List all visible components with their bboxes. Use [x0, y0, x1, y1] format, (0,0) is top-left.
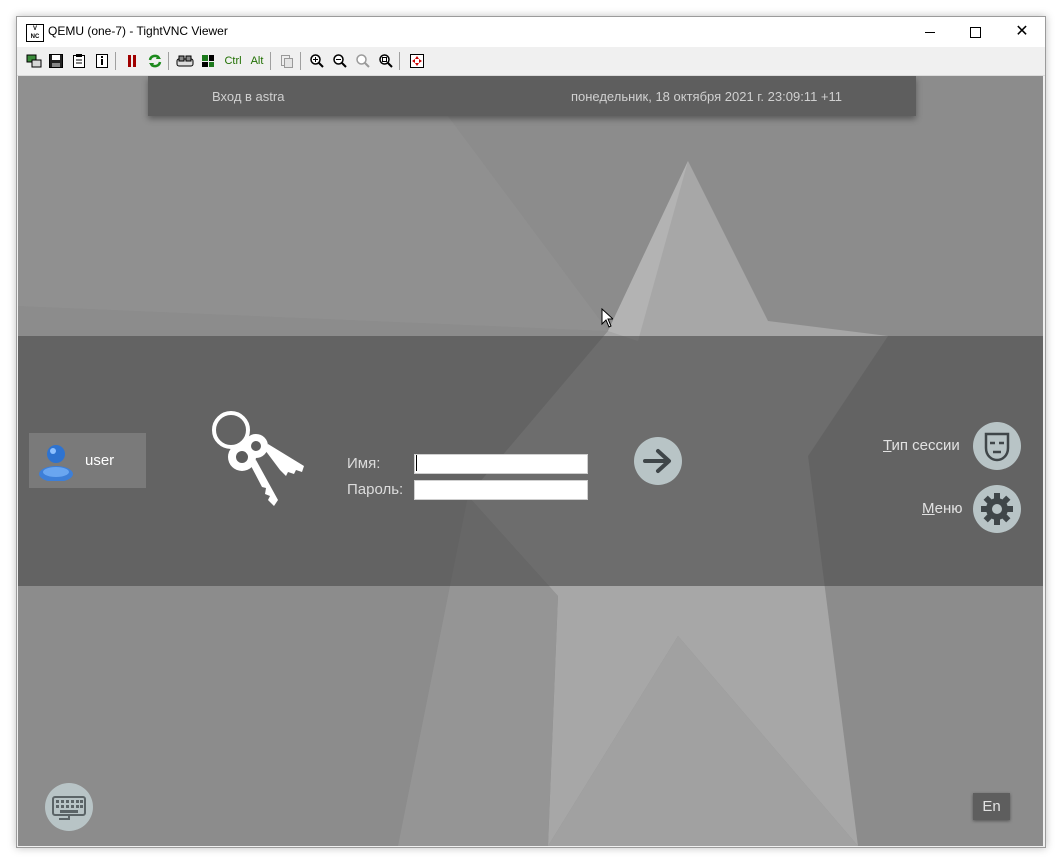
connection-options-button[interactable] [70, 52, 88, 70]
session-type-label[interactable]: Тип сессии [883, 437, 960, 454]
clipboard-button[interactable] [278, 52, 296, 70]
toolbar-separator [115, 52, 116, 70]
zoom-in-button[interactable] [308, 52, 326, 70]
toolbar-separator [399, 52, 400, 70]
connection-info-button[interactable] [93, 52, 111, 70]
login-title: Вход в astra [212, 89, 285, 104]
minimize-button[interactable] [907, 17, 953, 47]
zoom-out-button[interactable] [331, 52, 349, 70]
ctrl-alt-del-button[interactable] [176, 52, 194, 70]
save-button[interactable] [47, 52, 65, 70]
remote-desktop-screen[interactable]: Вход в astra понедельник, 18 октября 202… [18, 76, 1043, 846]
pause-icon [128, 55, 136, 67]
toolbar-separator [300, 52, 301, 70]
pause-button[interactable] [123, 52, 141, 70]
zoom-auto-button[interactable] [377, 52, 395, 70]
ctrl-esc-icon [202, 55, 214, 67]
session-type-button[interactable] [973, 422, 1021, 470]
title-bar[interactable]: V NC QEMU (one-7) - TightVNC Viewer ✕ [17, 17, 1045, 47]
options-icon [73, 54, 85, 68]
mask-icon [984, 432, 1010, 462]
language-indicator[interactable]: En [973, 793, 1010, 820]
zoom-auto-icon [379, 54, 393, 68]
zoom-out-icon [333, 54, 347, 68]
new-connection-icon [26, 54, 42, 68]
arrow-right-icon [643, 449, 671, 473]
clipboard-icon [281, 55, 293, 68]
date-time: понедельник, 18 октября 2021 г. 23:09:11… [570, 89, 842, 104]
user-name: user [85, 452, 115, 469]
menu-label[interactable]: Меню [922, 500, 963, 517]
login-label: Имя: [347, 455, 381, 472]
maximize-icon [970, 27, 981, 38]
toolbar-separator [270, 52, 271, 70]
login-input[interactable] [414, 454, 588, 474]
window-title: QEMU (one-7) - TightVNC Viewer [48, 24, 228, 38]
keys-icon [212, 411, 304, 506]
ctrl-esc-button[interactable] [199, 52, 217, 70]
zoom-100-icon [356, 54, 370, 68]
zoom-100-button[interactable] [354, 52, 372, 70]
toolbar-separator [168, 52, 169, 70]
keyboard-icon [52, 796, 86, 820]
new-connection-button[interactable] [25, 52, 43, 70]
zoom-in-icon [310, 54, 324, 68]
vnc-viewer-window: V NC QEMU (one-7) - TightVNC Viewer ✕ Ct… [16, 16, 1046, 848]
tightvnc-app-icon: V NC [26, 24, 44, 42]
user-tile[interactable]: user [29, 433, 146, 488]
info-icon [96, 54, 108, 68]
refresh-icon [148, 54, 162, 68]
minimize-icon [925, 32, 935, 33]
text-caret [416, 455, 417, 471]
ctrl-alt-del-icon [176, 55, 194, 67]
fullscreen-icon [410, 54, 424, 68]
save-icon [49, 54, 63, 68]
gear-icon [981, 493, 1013, 525]
alt-key-button[interactable]: Alt [247, 52, 267, 70]
maximize-button[interactable] [952, 17, 998, 47]
close-icon: ✕ [1015, 23, 1029, 40]
close-button[interactable]: ✕ [999, 17, 1045, 47]
password-label: Пароль: [347, 481, 404, 498]
password-input[interactable] [414, 480, 588, 500]
mouse-pointer-icon [601, 308, 613, 328]
fullscreen-button[interactable] [408, 52, 426, 70]
greeter-header: Вход в astra понедельник, 18 октября 202… [148, 76, 916, 116]
menu-button[interactable] [973, 485, 1021, 533]
user-avatar-icon [39, 445, 73, 481]
refresh-button[interactable] [146, 52, 164, 70]
vnc-toolbar: Ctrl Alt [17, 47, 1045, 76]
ctrl-key-button[interactable]: Ctrl [222, 52, 244, 70]
virtual-keyboard-button[interactable] [45, 783, 93, 831]
login-button[interactable] [634, 437, 682, 485]
